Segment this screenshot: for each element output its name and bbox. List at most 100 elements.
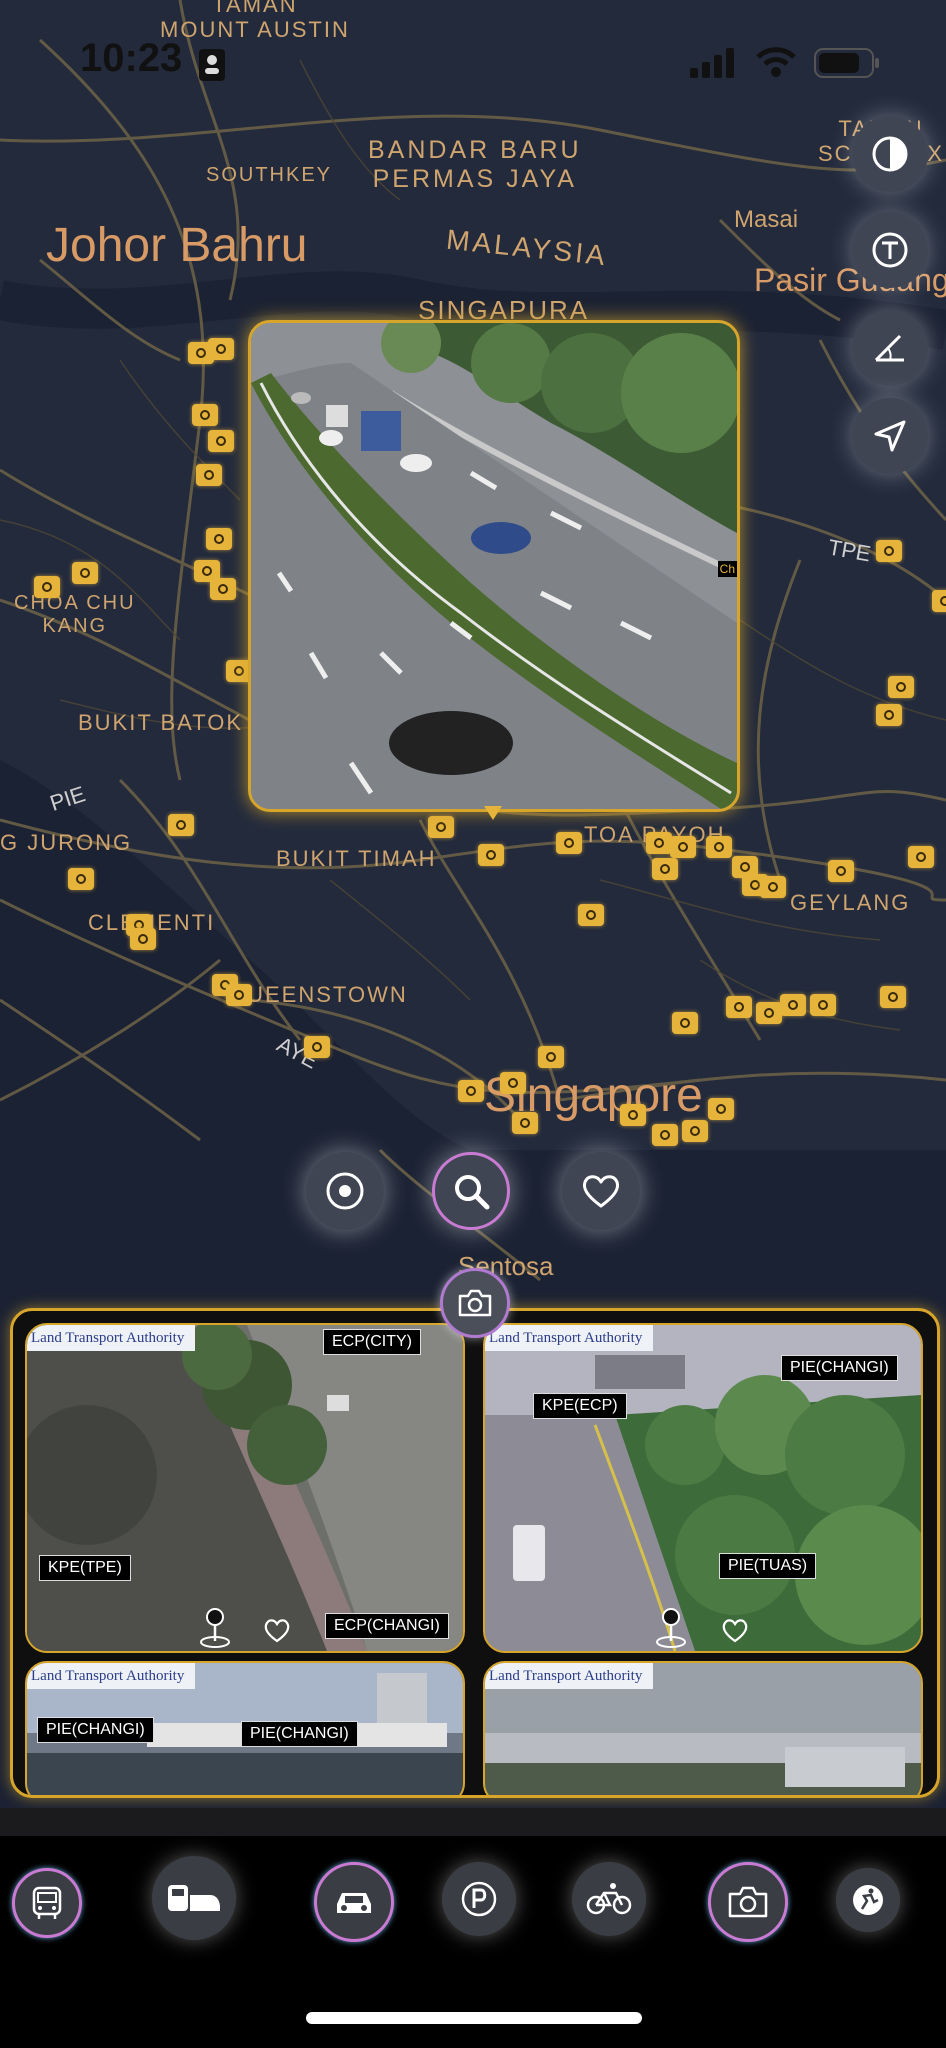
camera-marker[interactable] — [168, 814, 194, 836]
nav-bus-button[interactable] — [12, 1868, 82, 1938]
label-johor-bahru: Johor Bahru — [46, 219, 308, 272]
nav-train-button[interactable] — [152, 1856, 236, 1940]
camera-marker[interactable] — [706, 836, 732, 858]
camera-marker[interactable] — [682, 1120, 708, 1142]
parking-icon — [461, 1881, 497, 1917]
panel-camera-button[interactable] — [440, 1268, 510, 1338]
camera-marker[interactable] — [828, 860, 854, 882]
direction-label: PIE(CHANGI) — [781, 1355, 898, 1381]
camera-tile[interactable]: Land Transport Authority KPE(ECP) PIE(CH… — [483, 1323, 923, 1653]
label-geylang: GEYLANG — [790, 890, 911, 915]
text-icon — [872, 232, 908, 268]
nav-bicycle-button[interactable] — [572, 1862, 646, 1936]
camera-marker[interactable] — [672, 1012, 698, 1034]
camera-icon — [458, 1289, 492, 1317]
train-icon — [168, 1885, 220, 1911]
camera-marker[interactable] — [206, 528, 232, 550]
locate-button[interactable] — [306, 1152, 384, 1230]
label-bandar-baru: BANDAR BARU PERMAS JAYA — [368, 136, 582, 193]
camera-marker[interactable] — [428, 816, 454, 838]
nav-car-button[interactable] — [314, 1862, 394, 1942]
camera-marker[interactable] — [760, 876, 786, 898]
camera-marker[interactable] — [620, 1104, 646, 1126]
camera-marker[interactable] — [208, 430, 234, 452]
camera-marker[interactable] — [876, 540, 902, 562]
camera-marker[interactable] — [478, 844, 504, 866]
heart-icon — [582, 1175, 620, 1208]
direction-label: KPE(TPE) — [39, 1555, 131, 1581]
angle-icon — [874, 334, 904, 362]
camera-marker[interactable] — [888, 676, 914, 698]
camera-marker[interactable] — [780, 994, 806, 1016]
map-pin-icon[interactable] — [197, 1607, 233, 1649]
camera-marker[interactable] — [196, 464, 222, 486]
lta-logo: Land Transport Authority — [485, 1663, 653, 1689]
camera-tile[interactable]: Land Transport Authority ECP(CITY) KPE(T… — [25, 1323, 465, 1653]
activity-icon — [853, 1885, 883, 1915]
camera-marker[interactable] — [908, 846, 934, 868]
label-choa-chu-kang: CHOA CHU KANG — [14, 592, 136, 637]
camera-marker[interactable] — [68, 868, 94, 890]
bicycle-icon — [586, 1883, 632, 1915]
camera-marker[interactable] — [512, 1112, 538, 1134]
lta-logo: Land Transport Authority — [27, 1325, 195, 1351]
camera-marker[interactable] — [876, 704, 902, 726]
text-button[interactable] — [852, 212, 928, 288]
contrast-button[interactable] — [852, 116, 928, 192]
camera-marker[interactable] — [932, 590, 946, 612]
heart-icon[interactable] — [721, 1617, 749, 1643]
camera-marker[interactable] — [652, 858, 678, 880]
camera-marker[interactable] — [646, 832, 672, 854]
heart-icon[interactable] — [263, 1617, 291, 1643]
camera-marker[interactable] — [208, 338, 234, 360]
home-indicator — [306, 2012, 642, 2024]
camera-tile[interactable]: Land Transport Authority — [483, 1661, 923, 1795]
camera-marker[interactable] — [458, 1080, 484, 1102]
camera-tile[interactable]: Land Transport Authority PIE(CHANGI) PIE… — [25, 1661, 465, 1795]
camera-feed-panel[interactable]: Land Transport Authority ECP(CITY) KPE(T… — [10, 1308, 940, 1798]
camera-marker[interactable] — [226, 984, 252, 1006]
camera-marker[interactable] — [130, 928, 156, 950]
camera-marker[interactable] — [708, 1098, 734, 1120]
label-taman-mount-austin: TAMAN MOUNT AUSTIN — [160, 0, 350, 43]
camera-marker[interactable] — [670, 836, 696, 858]
camera-marker[interactable] — [72, 562, 98, 584]
popup-edge-label: Ch — [717, 561, 737, 577]
camera-feed-image — [27, 1325, 463, 1651]
screen: TAMAN MOUNT AUSTIN SOUTHKEY BANDAR BARU … — [0, 0, 946, 2048]
camera-marker[interactable] — [756, 1002, 782, 1024]
camera-preview-popup[interactable]: Ch — [248, 320, 740, 812]
camera-marker[interactable] — [210, 578, 236, 600]
label-jurong: G JURONG — [0, 830, 133, 855]
camera-marker[interactable] — [538, 1046, 564, 1068]
camera-marker[interactable] — [652, 1124, 678, 1146]
nav-activity-button[interactable] — [836, 1868, 900, 1932]
label-queenstown: QUEENSTOWN — [228, 982, 408, 1007]
camera-marker[interactable] — [726, 996, 752, 1018]
nav-parking-button[interactable] — [442, 1862, 516, 1936]
car-icon — [337, 1893, 371, 1913]
wifi-icon — [756, 47, 796, 77]
map-pin-icon[interactable] — [653, 1607, 689, 1649]
camera-marker[interactable] — [556, 832, 582, 854]
search-button[interactable] — [432, 1152, 510, 1230]
favorites-button[interactable] — [562, 1152, 640, 1230]
direction-label: PIE(CHANGI) — [241, 1721, 358, 1747]
camera-icon — [728, 1886, 768, 1918]
camera-marker[interactable] — [304, 1036, 330, 1058]
contact-card-icon — [199, 49, 225, 81]
angle-button[interactable] — [852, 310, 928, 386]
locate-icon — [326, 1172, 364, 1210]
navigation-arrow-icon — [874, 420, 906, 452]
camera-marker[interactable] — [880, 986, 906, 1008]
contrast-icon — [872, 136, 908, 172]
navigation-button[interactable] — [852, 398, 928, 474]
signal-icon — [690, 48, 734, 78]
nav-camera-button[interactable] — [708, 1862, 788, 1942]
camera-marker[interactable] — [34, 576, 60, 598]
camera-marker[interactable] — [578, 904, 604, 926]
camera-marker[interactable] — [810, 994, 836, 1016]
camera-marker[interactable] — [192, 404, 218, 426]
camera-marker[interactable] — [500, 1072, 526, 1094]
lta-logo: Land Transport Authority — [485, 1325, 653, 1351]
